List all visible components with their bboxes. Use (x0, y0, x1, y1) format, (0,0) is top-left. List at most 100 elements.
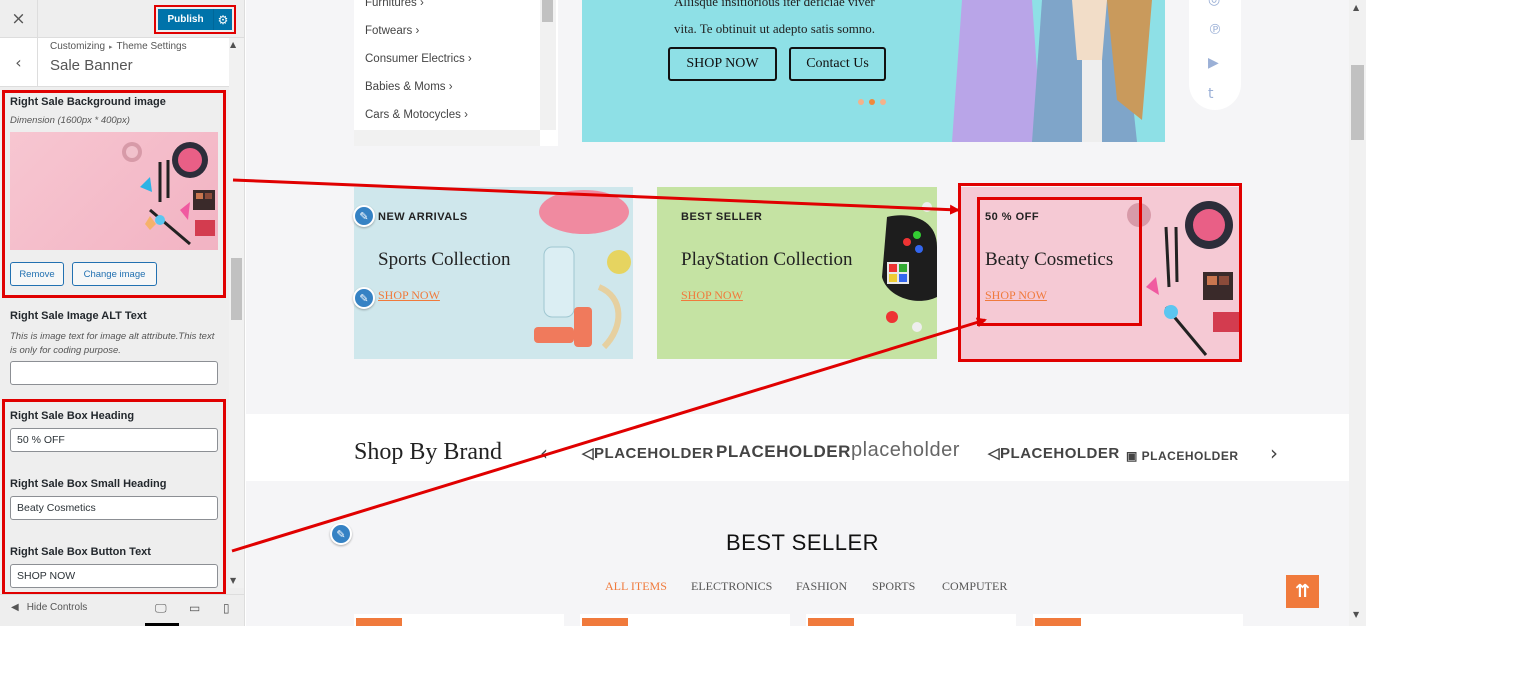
small-heading-label: Right Sale Box Small Heading (10, 478, 167, 490)
product-card[interactable] (354, 614, 564, 626)
hero-text-line2: vita. Te obtinuit ut adepto satis somno. (674, 21, 876, 36)
pinterest-icon[interactable]: ℗ (1208, 22, 1222, 38)
sale-badge (356, 618, 402, 626)
brand-logo[interactable]: placeholder (851, 439, 960, 462)
remove-image-button[interactable]: Remove (10, 262, 64, 286)
button-text-input[interactable]: SHOP NOW (10, 564, 218, 588)
scroll-up-icon[interactable]: ▲ (230, 40, 236, 49)
tab-sports[interactable]: SPORTS (872, 579, 915, 594)
sidebar-scroll-thumb[interactable] (231, 258, 242, 320)
brand-logo[interactable]: ◁PLACEHOLDER (582, 444, 714, 462)
scroll-up-icon[interactable]: ▲ (1353, 3, 1359, 12)
banner-title: Sports Collection (378, 249, 511, 270)
gear-icon[interactable]: ⚙ (213, 9, 232, 30)
chevron-right-icon: › (467, 53, 472, 65)
bg-image-label: Right Sale Background image (10, 96, 166, 108)
breadcrumb-item-customizing: Customizing (50, 41, 106, 52)
small-heading-input[interactable]: Beaty Cosmetics (10, 496, 218, 520)
bg-image-description: Dimension (1600px * 400px) (10, 115, 130, 126)
back-icon[interactable]: ‹ (0, 38, 38, 87)
alt-text-input[interactable] (10, 361, 218, 385)
best-seller-title: BEST SELLER (726, 530, 880, 555)
product-card[interactable] (580, 614, 790, 626)
change-image-button[interactable]: Change image (72, 262, 157, 286)
hide-controls-button[interactable]: ◀ Hide Controls (11, 602, 87, 613)
edit-shortcut-icon[interactable]: ✎ (353, 287, 375, 309)
heading-input[interactable]: 50 % OFF (10, 428, 218, 452)
desktop-preview-icon[interactable]: 🖵 (155, 601, 167, 616)
category-item[interactable]: Fotwears › (365, 25, 419, 37)
sale-banner-middle[interactable]: BEST SELLER PlayStation Collection SHOP … (657, 187, 937, 359)
breadcrumb: Customizing ▸ Theme Settings (50, 41, 187, 52)
back-to-top-icon[interactable]: ⇈ (1286, 575, 1319, 608)
category-scroll-thumb[interactable] (542, 0, 553, 22)
edit-shortcut-icon[interactable]: ✎ (353, 205, 375, 227)
publish-highlight: Publish ⚙ (154, 5, 236, 34)
mobile-preview-icon[interactable]: ▯ (223, 601, 230, 615)
youtube-icon[interactable]: ▶ (1208, 55, 1219, 71)
chevron-right-icon: › (464, 109, 468, 121)
cosmetics-image (122, 142, 215, 246)
heading-label: Right Sale Box Heading (10, 410, 135, 422)
slider-dot[interactable] (880, 99, 886, 105)
brand-next-icon[interactable]: › (1270, 441, 1278, 465)
instagram-icon[interactable]: ◎ (1208, 0, 1220, 8)
hide-controls-label: Hide Controls (26, 602, 88, 613)
scroll-down-icon[interactable]: ▼ (230, 576, 236, 585)
customizer-screen: × Publish ⚙ ‹ Customizing ▸ Theme Settings… (0, 0, 1517, 676)
hero-model-image (952, 0, 1152, 142)
tablet-preview-icon[interactable]: ▭ (189, 601, 200, 615)
tab-all-items[interactable]: ALL ITEMS (605, 579, 667, 594)
sports-image (534, 190, 631, 350)
edit-shortcut-icon[interactable]: ✎ (330, 523, 352, 545)
brand-prev-icon[interactable]: ‹ (540, 441, 548, 465)
customizer-sidebar: × Publish ⚙ ‹ Customizing ▸ Theme Settings… (0, 0, 245, 626)
publish-button[interactable]: Publish (158, 9, 213, 30)
chevron-right-icon: › (419, 0, 424, 9)
chevron-right-icon: › (448, 81, 453, 93)
category-hscrollbar[interactable] (354, 130, 540, 146)
banner-shop-now-link[interactable]: SHOP NOW (681, 288, 743, 303)
slider-dot[interactable] (858, 99, 864, 105)
section-title: Sale Banner (50, 57, 133, 74)
banner-tag: BEST SELLER (681, 211, 763, 223)
alt-text-label: Right Sale Image ALT Text (10, 310, 147, 322)
banner-tag: NEW ARRIVALS (378, 211, 468, 223)
tab-electronics[interactable]: ELECTRONICS (691, 579, 772, 594)
sale-badge (808, 618, 854, 626)
social-bar: ◎ ℗ ▶ t (1189, 0, 1241, 110)
hero-contact-button[interactable]: Contact Us (789, 47, 886, 81)
sidebar-footer: ◀ Hide Controls 🖵 ▭ ▯ (0, 594, 244, 626)
scroll-down-icon[interactable]: ▼ (1353, 610, 1359, 619)
tab-computer[interactable]: COMPUTER (942, 579, 1007, 594)
category-item[interactable]: Furnitures › (365, 0, 424, 9)
preview-scroll-thumb[interactable] (1351, 65, 1364, 140)
sale-badge (1035, 618, 1081, 626)
category-item[interactable]: Consumer Electrics › (365, 53, 472, 65)
brand-logo[interactable]: ▣ PLACEHOLDER (1126, 449, 1239, 463)
tumblr-icon[interactable]: t (1208, 86, 1214, 102)
tab-fashion[interactable]: FASHION (796, 579, 847, 594)
category-item[interactable]: Cars & Motocycles › (365, 109, 468, 121)
banner-title: PlayStation Collection (681, 249, 853, 270)
section-header: ‹ Customizing ▸ Theme Settings Sale Banner (0, 38, 229, 87)
sale-banner-left[interactable]: NEW ARRIVALS Sports Collection SHOP NOW (354, 187, 633, 359)
hide-controls-icon: ◀ (11, 602, 19, 613)
brand-logo[interactable]: PLACEHOLDER (716, 442, 851, 462)
breadcrumb-separator-icon: ▸ (109, 44, 113, 51)
slider-dot[interactable] (869, 99, 875, 105)
close-icon[interactable]: × (0, 0, 38, 38)
playstation-image (882, 202, 937, 332)
category-item[interactable]: Babies & Moms › (365, 81, 453, 93)
product-card[interactable] (1033, 614, 1243, 626)
brand-section: Shop By Brand ‹ ◁PLACEHOLDER PLACEHOLDER… (246, 414, 1349, 481)
alt-text-description: This is image text for image alt attribu… (10, 331, 215, 356)
hero-shop-now-button[interactable]: SHOP NOW (668, 47, 777, 81)
category-menu: Furnitures › Fotwears › Consumer Electri… (354, 0, 558, 146)
brand-logo[interactable]: ◁PLACEHOLDER (988, 444, 1120, 462)
banner-shop-now-link[interactable]: SHOP NOW (378, 288, 440, 303)
sidebar-header-bar: × Publish ⚙ (0, 0, 244, 38)
hero-slider: Aliisque insitiorious iter deficiae vive… (582, 0, 1165, 142)
active-device-indicator (145, 623, 179, 626)
product-card[interactable] (806, 614, 1016, 626)
